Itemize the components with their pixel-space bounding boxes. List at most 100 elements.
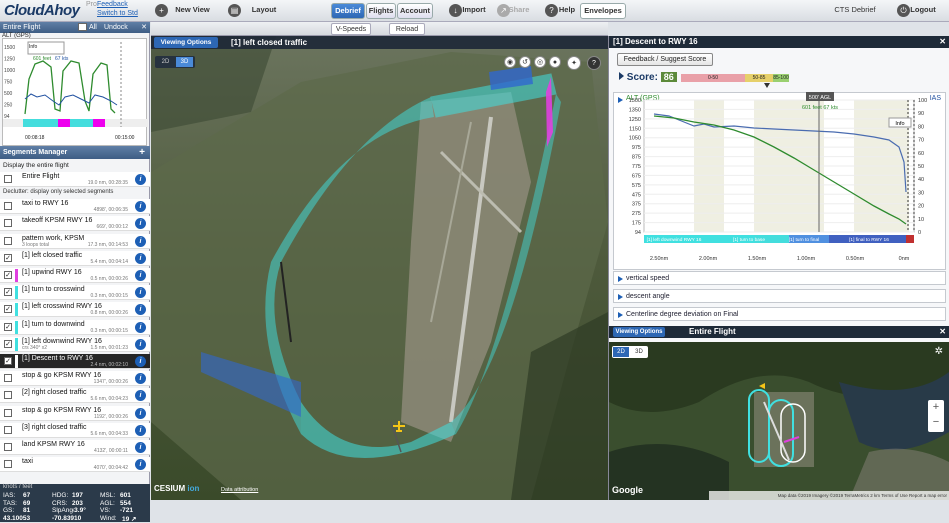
- zoom-out-button[interactable]: −: [928, 415, 944, 430]
- segment-checkbox[interactable]: [4, 175, 12, 183]
- segment-checkbox[interactable]: ✓: [4, 253, 12, 262]
- segment-row[interactable]: ✓ [1] turn to downwind 0.3 nm, 00:00:15 …: [0, 319, 150, 335]
- segment-info-icon[interactable]: i: [135, 356, 146, 367]
- help-button[interactable]: Help: [557, 3, 577, 19]
- segment-row[interactable]: takeoff KPSM RWY 16 669', 00:00:12 i: [0, 216, 150, 232]
- segment-info-icon[interactable]: i: [135, 252, 146, 264]
- segment-checkbox[interactable]: [4, 391, 12, 400]
- segment-checkbox[interactable]: [4, 219, 12, 228]
- orbit-icon[interactable]: ↺: [519, 56, 531, 68]
- segment-checkbox[interactable]: ✓: [4, 322, 12, 331]
- segment-row[interactable]: land KPSM RWY 16 4132', 00:00:11 i: [0, 440, 150, 455]
- overview-viewing-options[interactable]: Viewing Options: [613, 327, 665, 337]
- overview-2d-button[interactable]: 2D: [613, 347, 629, 357]
- logout-button[interactable]: Logout: [908, 3, 938, 19]
- segment-info-icon[interactable]: i: [135, 442, 146, 453]
- vspeeds-button[interactable]: V-Speeds: [331, 23, 371, 35]
- segment-row[interactable]: pattern work, KPSM 17.3 nm, 00:14:53 i 3 …: [0, 233, 150, 249]
- segment-row[interactable]: ✓ [1] turn to crosswind 0.3 nm, 00:00:15…: [0, 285, 150, 301]
- segment-row[interactable]: [3] right closed traffic 5.6 nm, 00:04:3…: [0, 422, 150, 438]
- overview-map[interactable]: 2D 3D ✲ + − Google Map data ©2019 Imagery…: [609, 342, 949, 500]
- tab-flights[interactable]: Flights: [366, 3, 396, 19]
- segment-info-icon[interactable]: i: [135, 174, 146, 185]
- segment-row[interactable]: ✓ [1] left downwind RWY 16 1.5 nm, 00:01…: [0, 336, 150, 352]
- segment-info-icon[interactable]: i: [135, 287, 146, 299]
- target-icon[interactable]: ●: [549, 56, 561, 68]
- close-panel-icon[interactable]: ✕: [939, 36, 946, 48]
- segment-row[interactable]: Entire Flight 19.0 nm, 00:28:35 i: [0, 172, 150, 187]
- segment-checkbox[interactable]: ✓: [4, 271, 12, 279]
- segment-checkbox[interactable]: [4, 408, 12, 417]
- segment-info-icon[interactable]: i: [135, 424, 146, 436]
- segment-info-icon[interactable]: i: [135, 390, 146, 402]
- segment-info-icon[interactable]: i: [135, 201, 146, 213]
- mini-time-start: 00:08:18: [25, 135, 45, 141]
- feedback-score-button[interactable]: Feedback / Suggest Score: [617, 53, 713, 66]
- y-tick-right: 30: [918, 190, 924, 196]
- tab-debrief[interactable]: Debrief: [331, 3, 365, 19]
- segment-info-icon[interactable]: i: [135, 235, 146, 247]
- segment-row[interactable]: taxi 4070', 00:04:42 i: [0, 457, 150, 473]
- segment-checkbox[interactable]: [4, 236, 12, 245]
- all-checkbox[interactable]: [78, 23, 87, 31]
- segment-info-icon[interactable]: i: [135, 459, 146, 471]
- undock-button[interactable]: Undock: [104, 22, 128, 33]
- tab-account[interactable]: Account: [397, 3, 433, 19]
- segment-row[interactable]: stop & go KPSM RWY 16 1192', 00:00:26 i: [0, 405, 150, 421]
- add-segment-icon[interactable]: +: [139, 146, 145, 159]
- envelopes-button[interactable]: Envelopes: [580, 3, 626, 19]
- app-logo[interactable]: CloudAhoy: [4, 2, 80, 19]
- segment-checkbox[interactable]: ✓: [4, 305, 12, 314]
- segment-row[interactable]: ✓ [1] left crosswind RWY 16 0.8 nm, 00:0…: [0, 302, 150, 318]
- reload-button[interactable]: Reload: [389, 23, 425, 35]
- segment-info-icon[interactable]: i: [135, 321, 146, 333]
- mini-altitude-chart[interactable]: 1500 1250 1000 750 500 250 94 Info 601 feet 67…: [2, 38, 148, 146]
- mini-info-label[interactable]: Info: [29, 44, 37, 50]
- segment-row[interactable]: stop & go KPSM RWY 16 1347', 00:00:26 i: [0, 371, 150, 387]
- segment-info-icon[interactable]: i: [135, 304, 146, 316]
- segment-checkbox[interactable]: [4, 374, 12, 383]
- settings-gear-icon[interactable]: ✲: [935, 346, 943, 357]
- viewing-options-button[interactable]: Viewing Options: [154, 37, 218, 48]
- segment-info-icon[interactable]: i: [135, 373, 146, 385]
- segment-checkbox[interactable]: [4, 443, 12, 451]
- camera-icon[interactable]: ◉: [504, 56, 516, 68]
- layout-button[interactable]: Layout: [244, 3, 284, 19]
- help-3d-icon[interactable]: ?: [587, 56, 601, 70]
- feedback-link[interactable]: Feedback: [97, 1, 128, 8]
- segment-info-icon[interactable]: i: [135, 218, 146, 230]
- compass-icon[interactable]: ✦: [567, 56, 581, 70]
- segment-checkbox[interactable]: ✓: [4, 339, 12, 348]
- zoom-in-button[interactable]: +: [928, 400, 944, 415]
- segment-checkbox[interactable]: [4, 425, 12, 434]
- switch-to-std-link[interactable]: Switch to Std: [97, 10, 138, 17]
- data-attribution-link[interactable]: Data attribution: [221, 487, 258, 493]
- globe-icon[interactable]: ◎: [534, 56, 546, 68]
- plus-icon[interactable]: +: [155, 4, 168, 17]
- new-view-button[interactable]: New View: [170, 3, 215, 19]
- segment-checkbox[interactable]: [4, 460, 12, 469]
- segment-checkbox[interactable]: ✓: [4, 288, 12, 297]
- accordion-2[interactable]: Centerline degree deviation on Final: [613, 307, 946, 321]
- import-button[interactable]: Import: [460, 3, 488, 19]
- segment-row[interactable]: ✓ [1] upwind RWY 16 0.5 nm, 00:00:26 i: [0, 268, 150, 283]
- segment-row[interactable]: ✓ [1] left closed traffic 5.4 nm, 00:04:…: [0, 250, 150, 266]
- segment-info-icon[interactable]: i: [135, 338, 146, 350]
- segment-checkbox[interactable]: [4, 202, 12, 211]
- segment-checkbox[interactable]: ✓: [4, 357, 12, 365]
- segment-row[interactable]: taxi to RWY 16 4898', 00:06:35 i: [0, 199, 150, 215]
- view-3d-button[interactable]: 3D: [176, 57, 193, 67]
- close-icon[interactable]: ✕: [141, 22, 147, 33]
- close-overview-icon[interactable]: ✕: [939, 326, 946, 338]
- descent-altitude-chart[interactable]: 1500 1350 1250 1150 1050 975 875 775 675 575 475 37…: [614, 92, 944, 267]
- segment-row[interactable]: ✓ [1] Descent to RWY 16 2.4 nm, 00:02:10…: [0, 354, 150, 369]
- view-2d-button[interactable]: 2D: [157, 57, 174, 67]
- segment-info-icon[interactable]: i: [135, 407, 146, 419]
- segment-info-icon[interactable]: i: [135, 270, 146, 281]
- accordion-1[interactable]: descent angle: [613, 289, 946, 303]
- layout-icon[interactable]: ▤: [228, 4, 241, 17]
- map-3d-view[interactable]: 2D 3D ◉ ↺ ◎ ● ✦ ? CESIUM ion Data attrib…: [151, 22, 608, 500]
- accordion-0[interactable]: vertical speed: [613, 271, 946, 285]
- overview-3d-button[interactable]: 3D: [631, 347, 647, 357]
- segment-row[interactable]: [2] right closed traffic 5.6 nm, 00:04:2…: [0, 388, 150, 404]
